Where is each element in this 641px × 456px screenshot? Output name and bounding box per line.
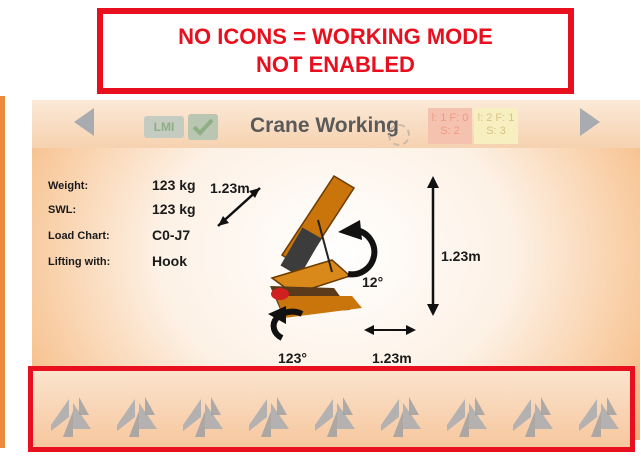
up-down-arrows-icon <box>249 397 289 437</box>
function-button-8[interactable] <box>505 385 567 443</box>
boom-angle-value: 12° <box>362 274 384 290</box>
annotation-line-2: NOT ENABLED <box>256 52 415 77</box>
reach-arrow-icon <box>364 325 416 335</box>
function-button-1[interactable] <box>43 385 105 443</box>
up-down-arrows-icon <box>183 397 223 437</box>
boom-angle-rotate-icon <box>338 220 378 278</box>
function-button-5[interactable] <box>307 385 369 443</box>
height-arrow-icon <box>427 176 439 316</box>
left-rail <box>0 96 5 448</box>
up-down-arrows-icon <box>381 397 421 437</box>
annotation-callout: NO ICONS = WORKING MODE NOT ENABLED <box>97 8 574 94</box>
slew-angle-value: 123° <box>278 350 307 366</box>
function-button-2[interactable] <box>109 385 171 443</box>
up-down-arrows-icon <box>447 397 487 437</box>
reach-value: 1.23m <box>372 350 412 366</box>
function-button-6[interactable] <box>373 385 435 443</box>
up-down-arrows-icon <box>117 397 157 437</box>
boom-length-value: 1.23m <box>210 180 250 196</box>
function-button-3[interactable] <box>175 385 237 443</box>
up-down-arrows-icon <box>579 397 619 437</box>
up-down-arrows-icon <box>315 397 355 437</box>
annotation-line-1: NO ICONS = WORKING MODE <box>178 24 493 49</box>
up-down-arrows-icon <box>513 397 553 437</box>
function-button-4[interactable] <box>241 385 303 443</box>
height-value: 1.23m <box>441 248 481 264</box>
function-button-7[interactable] <box>439 385 501 443</box>
slew-rotate-icon <box>268 306 304 341</box>
up-down-arrows-icon <box>51 397 91 437</box>
function-button-9[interactable] <box>571 385 630 443</box>
function-button-bar <box>28 366 635 452</box>
crane-icon <box>270 174 362 318</box>
